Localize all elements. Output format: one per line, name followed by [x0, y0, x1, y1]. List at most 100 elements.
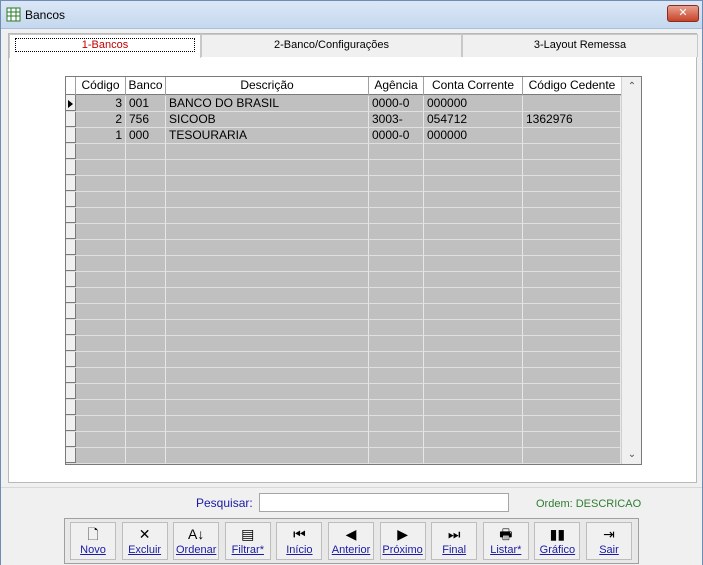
- table-cell[interactable]: [523, 448, 621, 463]
- table-cell[interactable]: [76, 352, 126, 367]
- scroll-down-icon[interactable]: ⌄: [622, 446, 641, 464]
- sair-button[interactable]: ⇥ Sair: [586, 522, 632, 560]
- table-row[interactable]: 1 000 TESOURARIA 0000-0 000000: [66, 128, 621, 144]
- table-cell[interactable]: [166, 240, 369, 255]
- tab-layout-remessa[interactable]: 3-Layout Remessa: [462, 34, 698, 57]
- empty-row[interactable]: [66, 256, 621, 272]
- table-cell[interactable]: [166, 448, 369, 463]
- gráfico-button[interactable]: ▮▮ Gráfico: [534, 522, 581, 560]
- table-cell[interactable]: [166, 176, 369, 191]
- filtrar-button[interactable]: ▤ Filtrar*: [224, 522, 271, 560]
- empty-row[interactable]: [66, 432, 621, 448]
- table-cell[interactable]: [369, 224, 424, 239]
- próximo-button[interactable]: ▶ Próximo: [379, 522, 426, 560]
- table-cell[interactable]: [424, 304, 523, 319]
- table-cell[interactable]: [424, 208, 523, 223]
- empty-row[interactable]: [66, 288, 621, 304]
- table-cell[interactable]: [126, 240, 166, 255]
- header-agencia[interactable]: Agência: [369, 77, 424, 95]
- table-cell[interactable]: [76, 336, 126, 351]
- title-bar[interactable]: Bancos ✕: [1, 1, 702, 29]
- table-cell[interactable]: [126, 208, 166, 223]
- table-cell[interactable]: [126, 304, 166, 319]
- table-cell[interactable]: [369, 368, 424, 383]
- table-cell[interactable]: [523, 240, 621, 255]
- table-cell[interactable]: [424, 192, 523, 207]
- table-cell[interactable]: [523, 432, 621, 447]
- table-cell[interactable]: [126, 368, 166, 383]
- close-button[interactable]: ✕: [667, 5, 699, 22]
- table-cell[interactable]: [523, 96, 621, 111]
- empty-row[interactable]: [66, 240, 621, 256]
- table-cell[interactable]: 000: [126, 128, 166, 143]
- table-cell[interactable]: [369, 256, 424, 271]
- listar-button[interactable]: 🖶 Listar*: [482, 522, 529, 560]
- empty-row[interactable]: [66, 384, 621, 400]
- table-cell[interactable]: [126, 176, 166, 191]
- header-codigo[interactable]: Código: [76, 77, 126, 95]
- table-cell[interactable]: [126, 448, 166, 463]
- empty-row[interactable]: [66, 416, 621, 432]
- table-cell[interactable]: [424, 352, 523, 367]
- table-cell[interactable]: [126, 256, 166, 271]
- table-cell[interactable]: [424, 144, 523, 159]
- table-cell[interactable]: [126, 336, 166, 351]
- table-cell[interactable]: [523, 336, 621, 351]
- final-button[interactable]: ⏭ Final: [431, 522, 478, 560]
- table-cell[interactable]: [424, 384, 523, 399]
- table-cell[interactable]: [523, 192, 621, 207]
- table-cell[interactable]: [166, 256, 369, 271]
- table-cell[interactable]: [523, 160, 621, 175]
- table-cell[interactable]: 1: [76, 128, 126, 143]
- excluir-button[interactable]: ✕ Excluir: [121, 522, 168, 560]
- table-cell[interactable]: [424, 400, 523, 415]
- table-cell[interactable]: [424, 320, 523, 335]
- table-row[interactable]: 2 756 SICOOB 3003- 054712 1362976: [66, 112, 621, 128]
- table-cell[interactable]: [166, 272, 369, 287]
- bancos-grid[interactable]: Código Banco Descrição Agência Conta Cor…: [65, 76, 642, 465]
- table-cell[interactable]: [166, 160, 369, 175]
- scroll-up-icon[interactable]: ⌃: [622, 78, 641, 96]
- header-descricao[interactable]: Descrição: [166, 77, 369, 95]
- table-cell[interactable]: [76, 240, 126, 255]
- empty-row[interactable]: [66, 448, 621, 464]
- empty-row[interactable]: [66, 224, 621, 240]
- table-cell[interactable]: [424, 336, 523, 351]
- table-row[interactable]: 3 001 BANCO DO BRASIL 0000-0 000000: [66, 96, 621, 112]
- table-cell[interactable]: [166, 368, 369, 383]
- empty-row[interactable]: [66, 192, 621, 208]
- empty-row[interactable]: [66, 368, 621, 384]
- table-cell[interactable]: BANCO DO BRASIL: [166, 96, 369, 111]
- novo-button[interactable]: 🗋 Novo: [70, 522, 116, 560]
- table-cell[interactable]: [126, 400, 166, 415]
- table-cell[interactable]: [166, 400, 369, 415]
- table-cell[interactable]: [126, 352, 166, 367]
- table-cell[interactable]: 3: [76, 96, 126, 111]
- table-cell[interactable]: [76, 144, 126, 159]
- table-cell[interactable]: [424, 176, 523, 191]
- table-cell[interactable]: [166, 208, 369, 223]
- table-cell[interactable]: [369, 304, 424, 319]
- header-codigo-cedente[interactable]: Código Cedente: [523, 77, 621, 95]
- empty-row[interactable]: [66, 272, 621, 288]
- table-cell[interactable]: [523, 400, 621, 415]
- table-cell[interactable]: [523, 128, 621, 143]
- table-cell[interactable]: [424, 224, 523, 239]
- table-cell[interactable]: [523, 368, 621, 383]
- table-cell[interactable]: [76, 224, 126, 239]
- table-cell[interactable]: [369, 192, 424, 207]
- table-cell[interactable]: [523, 416, 621, 431]
- table-cell[interactable]: 001: [126, 96, 166, 111]
- table-cell[interactable]: [369, 336, 424, 351]
- table-cell[interactable]: [126, 384, 166, 399]
- table-cell[interactable]: [523, 288, 621, 303]
- table-cell[interactable]: [369, 416, 424, 431]
- table-cell[interactable]: [424, 256, 523, 271]
- table-cell[interactable]: [166, 288, 369, 303]
- tab-banco-configuracoes[interactable]: 2-Banco/Configurações: [201, 34, 462, 57]
- table-cell[interactable]: [523, 304, 621, 319]
- table-cell[interactable]: [166, 416, 369, 431]
- table-cell[interactable]: [76, 384, 126, 399]
- table-cell[interactable]: 1362976: [523, 112, 621, 127]
- empty-row[interactable]: [66, 320, 621, 336]
